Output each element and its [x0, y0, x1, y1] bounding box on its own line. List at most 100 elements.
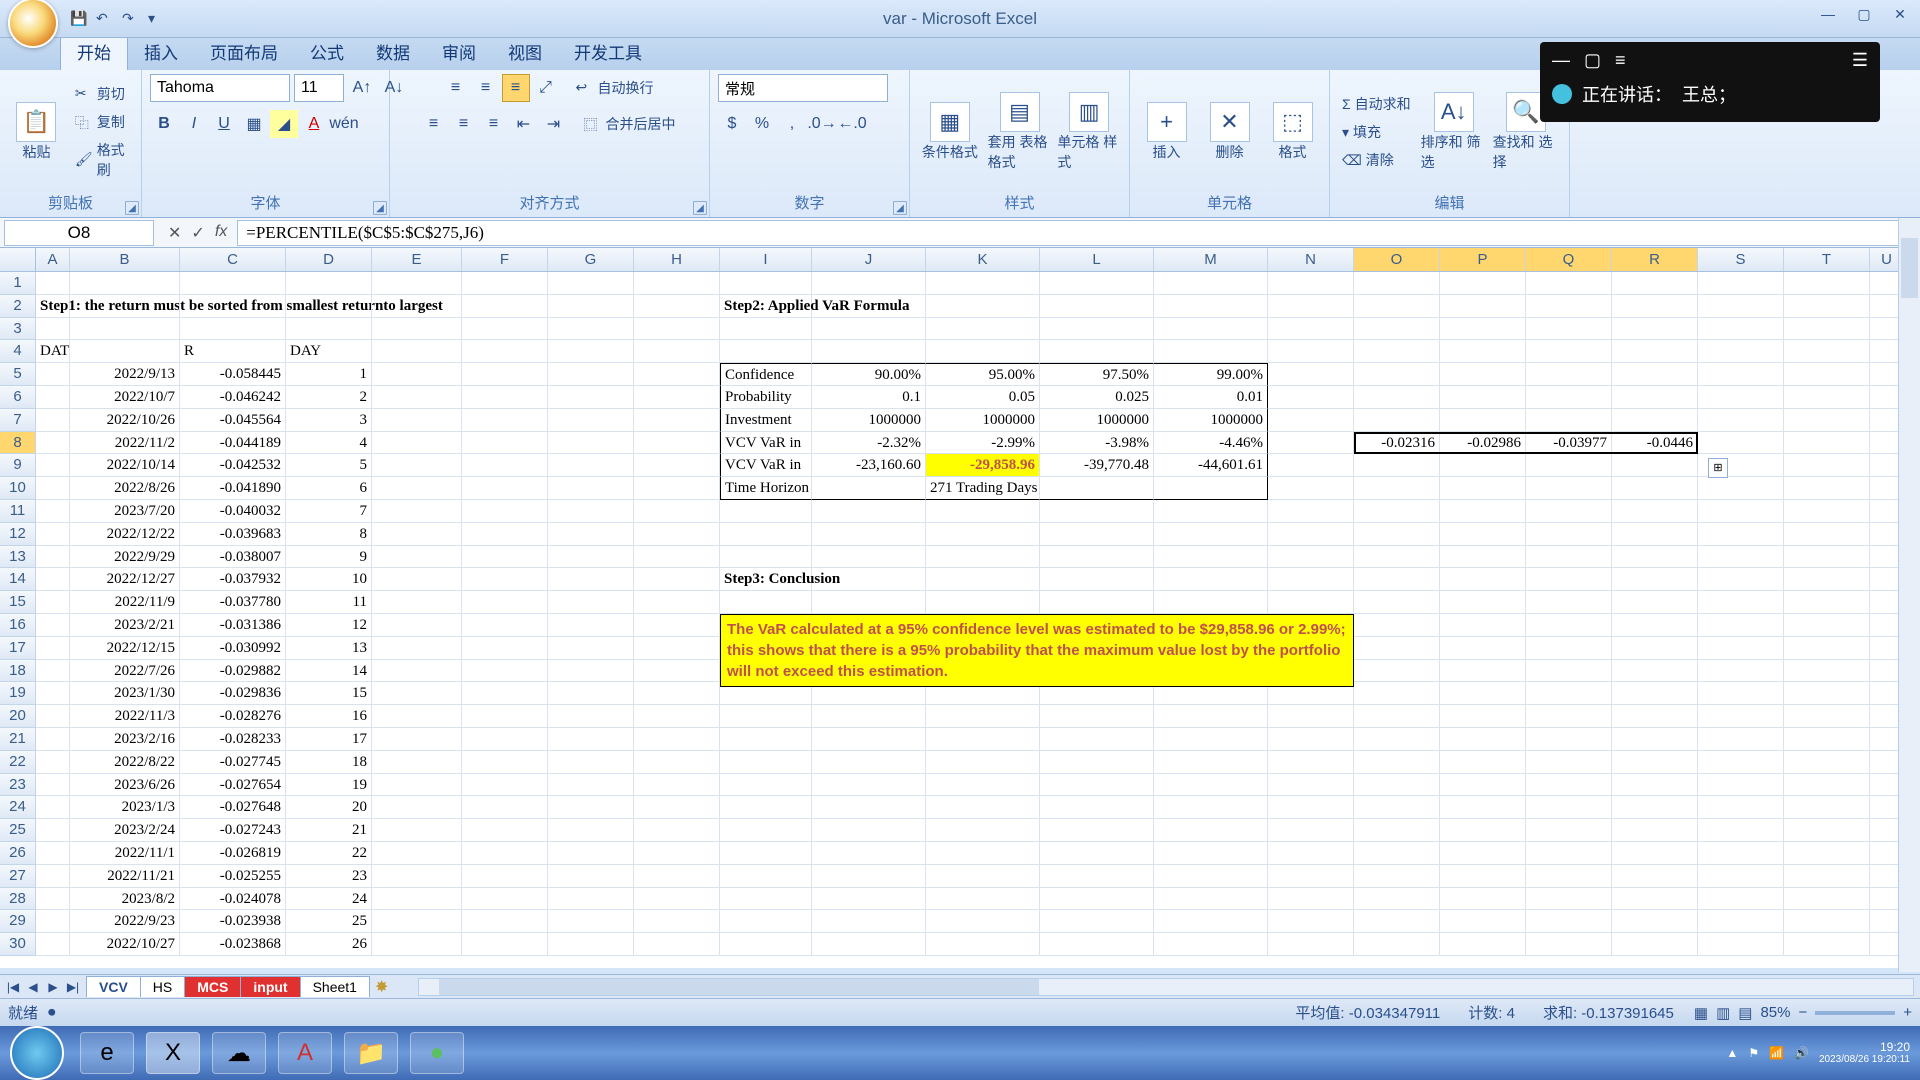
macro-record-icon[interactable]: ⏺ [48, 1004, 56, 1021]
tray-clock[interactable]: 19:20 2023/08/26 19:20:11 [1819, 1040, 1910, 1066]
row-header-22[interactable]: 22 [0, 751, 36, 774]
underline-button[interactable]: U [210, 110, 238, 138]
row-header-30[interactable]: 30 [0, 933, 36, 956]
cancel-formula-icon[interactable]: ✕ [168, 223, 181, 243]
cond-format-button[interactable]: ▦条件格式 [918, 102, 982, 162]
tab-layout[interactable]: 页面布局 [194, 33, 294, 70]
row-header-5[interactable]: 5 [0, 363, 36, 386]
table-style-button[interactable]: ▤套用 表格格式 [988, 92, 1052, 172]
save-icon[interactable]: 💾 [70, 10, 88, 28]
row-header-29[interactable]: 29 [0, 910, 36, 933]
align-bottom-icon[interactable]: ≡ [502, 74, 530, 102]
row-header-13[interactable]: 13 [0, 546, 36, 569]
col-header-N[interactable]: N [1268, 248, 1354, 271]
row-header-15[interactable]: 15 [0, 591, 36, 614]
fx-icon[interactable]: fx [215, 223, 227, 243]
row-header-10[interactable]: 10 [0, 477, 36, 500]
insert-cells-button[interactable]: +插入 [1138, 102, 1195, 162]
taskbar-pdf-icon[interactable]: A [278, 1032, 332, 1074]
row-header-11[interactable]: 11 [0, 500, 36, 523]
row-header-19[interactable]: 19 [0, 682, 36, 705]
row-header-25[interactable]: 25 [0, 819, 36, 842]
row-header-14[interactable]: 14 [0, 568, 36, 591]
new-sheet-icon[interactable]: ✸ [375, 977, 388, 997]
col-header-B[interactable]: B [70, 248, 180, 271]
align-middle-icon[interactable]: ≡ [472, 74, 500, 102]
col-header-P[interactable]: P [1440, 248, 1526, 271]
border-button[interactable]: ▦ [240, 110, 268, 138]
autofill-options-icon[interactable]: ⊞ [1708, 458, 1728, 478]
tab-formulas[interactable]: 公式 [294, 33, 360, 70]
font-name-select[interactable] [150, 74, 290, 102]
row-header-12[interactable]: 12 [0, 523, 36, 546]
row-header-23[interactable]: 23 [0, 774, 36, 797]
row-header-16[interactable]: 16 [0, 614, 36, 637]
row-header-17[interactable]: 17 [0, 637, 36, 660]
sheet-tab-Sheet1[interactable]: Sheet1 [300, 976, 370, 997]
col-header-L[interactable]: L [1040, 248, 1154, 271]
font-size-select[interactable] [294, 74, 344, 102]
tray-flag-icon[interactable]: ⚑ [1748, 1046, 1759, 1060]
indent-inc-icon[interactable]: ⇥ [540, 110, 568, 138]
col-header-E[interactable]: E [372, 248, 462, 271]
voice-hamburger-icon[interactable]: ☰ [1852, 50, 1868, 71]
row-header-28[interactable]: 28 [0, 888, 36, 911]
voice-minimize-icon[interactable]: — [1552, 50, 1570, 71]
col-header-I[interactable]: I [720, 248, 812, 271]
row-header-27[interactable]: 27 [0, 865, 36, 888]
row-header-20[interactable]: 20 [0, 705, 36, 728]
tab-developer[interactable]: 开发工具 [558, 33, 658, 70]
italic-button[interactable]: I [180, 110, 208, 138]
taskbar-app1-icon[interactable]: ☁ [212, 1032, 266, 1074]
row-header-8[interactable]: 8 [0, 432, 36, 455]
row-header-9[interactable]: 9 [0, 454, 36, 477]
comma-icon[interactable]: , [778, 110, 806, 138]
sheet-tab-MCS[interactable]: MCS [184, 976, 241, 997]
tray-volume-icon[interactable]: 🔊 [1794, 1046, 1809, 1060]
align-left-icon[interactable]: ≡ [420, 110, 448, 138]
col-header-S[interactable]: S [1698, 248, 1784, 271]
enter-formula-icon[interactable]: ✓ [191, 223, 204, 243]
tab-view[interactable]: 视图 [492, 33, 558, 70]
row-header-2[interactable]: 2 [0, 295, 36, 318]
view-layout-icon[interactable]: ▥ [1716, 1004, 1730, 1022]
copy-button[interactable]: ⿻复制 [71, 110, 133, 134]
clipboard-launcher-icon[interactable]: ◢ [125, 201, 139, 215]
row-header-24[interactable]: 24 [0, 796, 36, 819]
zoom-out-icon[interactable]: − [1798, 1004, 1807, 1021]
grow-font-icon[interactable]: A↑ [348, 74, 376, 102]
name-box[interactable] [4, 220, 154, 246]
start-button[interactable] [10, 1026, 64, 1080]
office-button[interactable] [8, 0, 58, 48]
format-painter-button[interactable]: 🖌格式刷 [71, 138, 133, 182]
merge-center-button[interactable]: ⿴合并后居中 [580, 112, 680, 136]
paste-button[interactable]: 📋粘贴 [8, 102, 65, 162]
row-header-6[interactable]: 6 [0, 386, 36, 409]
voice-menu-icon[interactable]: ≡ [1615, 50, 1626, 71]
tab-nav-last-icon[interactable]: ▶| [64, 978, 82, 996]
wrap-text-button[interactable]: ↩自动换行 [572, 76, 658, 100]
vertical-scrollbar[interactable] [1898, 218, 1920, 972]
orientation-icon[interactable]: ⤢ [532, 74, 560, 102]
number-format-select[interactable] [718, 74, 888, 102]
bold-button[interactable]: B [150, 110, 178, 138]
row-header-4[interactable]: 4 [0, 340, 36, 363]
minimize-icon[interactable]: — [1816, 6, 1840, 22]
currency-icon[interactable]: $ [718, 110, 746, 138]
zoom-in-icon[interactable]: + [1903, 1004, 1912, 1021]
col-header-J[interactable]: J [812, 248, 926, 271]
taskbar-wechat-icon[interactable]: ● [410, 1032, 464, 1074]
formula-input[interactable] [237, 220, 1920, 246]
row-header-21[interactable]: 21 [0, 728, 36, 751]
view-pagebreak-icon[interactable]: ▤ [1738, 1004, 1752, 1022]
row-header-7[interactable]: 7 [0, 409, 36, 432]
redo-icon[interactable]: ↷ [122, 10, 140, 28]
sort-filter-button[interactable]: A↓排序和 筛选 [1421, 92, 1487, 172]
qat-dropdown-icon[interactable]: ▾ [148, 10, 166, 28]
row-header-18[interactable]: 18 [0, 660, 36, 683]
row-header-26[interactable]: 26 [0, 842, 36, 865]
phonetic-button[interactable]: wén [330, 110, 358, 138]
fill-color-button[interactable]: ◢ [270, 110, 298, 138]
col-header-M[interactable]: M [1154, 248, 1268, 271]
zoom-slider[interactable] [1815, 1011, 1895, 1015]
